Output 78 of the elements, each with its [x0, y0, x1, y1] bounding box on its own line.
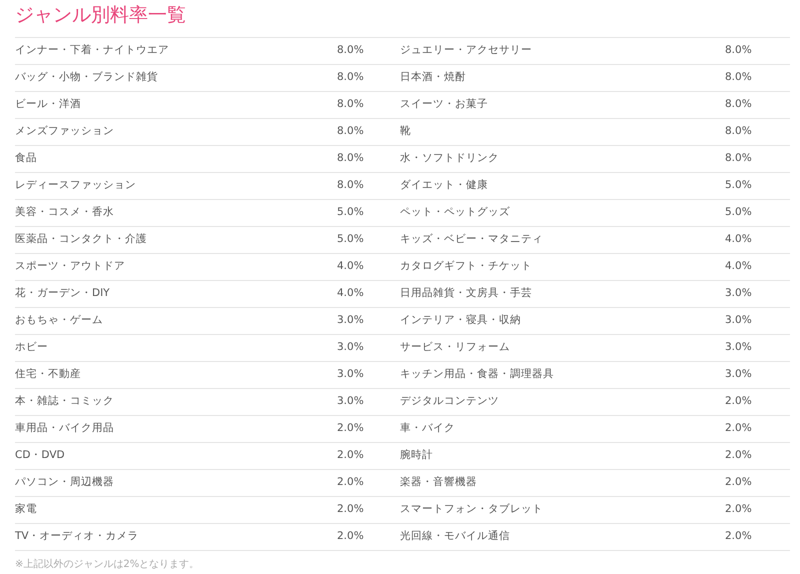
genre-name: インナー・下着・ナイトウエア: [15, 43, 169, 58]
genre-name: カタログギフト・チケット: [400, 259, 532, 274]
genre-name: 食品: [15, 151, 37, 166]
rate-value: 2.0%: [725, 448, 752, 464]
rate-value: 2.0%: [337, 421, 364, 436]
rate-value: 8.0%: [725, 97, 752, 112]
genre-name: CD・DVD: [15, 448, 65, 464]
rate-value: 4.0%: [337, 259, 364, 274]
rate-value: 3.0%: [337, 394, 364, 410]
rate-value: 2.0%: [725, 394, 752, 410]
genre-name: 光回線・モバイル通信: [400, 529, 510, 544]
rate-value: 2.0%: [725, 475, 752, 490]
rate-value: 3.0%: [725, 286, 752, 302]
genre-name: ジュエリー・アクセサリー: [400, 43, 532, 58]
genre-name: 腕時計: [400, 448, 433, 464]
rate-value: 2.0%: [725, 502, 752, 518]
rate-value: 3.0%: [337, 367, 364, 382]
genre-name: 車・バイク: [400, 421, 455, 436]
rate-value: 8.0%: [337, 151, 364, 166]
genre-name: キッズ・ベビー・マタニティ: [400, 232, 543, 248]
genre-name: 楽器・音響機器: [400, 475, 477, 490]
rate-value: 8.0%: [725, 43, 752, 58]
rate-value: 8.0%: [337, 97, 364, 112]
rate-value: 3.0%: [725, 313, 752, 328]
rate-value: 2.0%: [337, 529, 364, 544]
genre-name: 水・ソフトドリンク: [400, 151, 499, 166]
genre-name: 日本酒・焼酎: [400, 70, 466, 86]
genre-name: サービス・リフォーム: [400, 340, 510, 356]
genre-name: スマートフォン・タブレット: [400, 502, 543, 518]
genre-name: レディースファッション: [15, 178, 136, 194]
page-title: ジャンル別料率一覧: [15, 3, 186, 28]
genre-name: 美容・コスメ・香水: [15, 205, 114, 220]
genre-name: 車用品・バイク用品: [15, 421, 114, 436]
genre-name: 医薬品・コンタクト・介護: [15, 232, 147, 248]
genre-name: 家電: [15, 502, 37, 518]
rate-value: 3.0%: [337, 340, 364, 356]
genre-name: 本・雑誌・コミック: [15, 394, 114, 410]
rate-value: 5.0%: [337, 232, 364, 248]
genre-name: 花・ガーデン・DIY: [15, 286, 110, 302]
genre-name: キッチン用品・食器・調理器具: [400, 367, 554, 382]
genre-name: ダイエット・健康: [400, 178, 488, 194]
genre-name: TV・オーディオ・カメラ: [15, 529, 139, 544]
rate-value: 3.0%: [725, 367, 752, 382]
rate-value: 8.0%: [725, 151, 752, 166]
genre-name: おもちゃ・ゲーム: [15, 313, 103, 328]
rate-value: 8.0%: [725, 70, 752, 86]
rate-value: 2.0%: [337, 502, 364, 518]
rate-value: 3.0%: [337, 313, 364, 328]
rate-value: 5.0%: [337, 205, 364, 220]
rate-value: 4.0%: [725, 232, 752, 248]
rate-value: 8.0%: [725, 124, 752, 140]
genre-name: 靴: [400, 124, 411, 140]
genre-name: パソコン・周辺機器: [15, 475, 114, 490]
rate-value: 8.0%: [337, 70, 364, 86]
genre-name: インテリア・寝具・収納: [400, 313, 521, 328]
rate-value: 2.0%: [725, 421, 752, 436]
rate-value: 5.0%: [725, 205, 752, 220]
rate-value: 5.0%: [725, 178, 752, 194]
genre-name: ビール・洋酒: [15, 97, 81, 112]
rate-value: 2.0%: [725, 529, 752, 544]
rate-value: 3.0%: [725, 340, 752, 356]
footnote: ※上記以外のジャンルは2%となります。: [15, 558, 200, 572]
genre-name: 日用品雑貨・文房具・手芸: [400, 286, 532, 302]
genre-name: ホビー: [15, 340, 48, 356]
rate-value: 2.0%: [337, 448, 364, 464]
genre-name: スイーツ・お菓子: [400, 97, 488, 112]
rate-value: 4.0%: [337, 286, 364, 302]
genre-name: メンズファッション: [15, 124, 114, 140]
genre-name: ペット・ペットグッズ: [400, 205, 510, 220]
rate-value: 8.0%: [337, 124, 364, 140]
genre-name: デジタルコンテンツ: [400, 394, 499, 410]
genre-name: スポーツ・アウトドア: [15, 259, 125, 274]
rate-value: 8.0%: [337, 43, 364, 58]
rate-value: 2.0%: [337, 475, 364, 490]
rate-value: 4.0%: [725, 259, 752, 274]
rate-value: 8.0%: [337, 178, 364, 194]
genre-name: 住宅・不動産: [15, 367, 81, 382]
genre-name: バッグ・小物・ブランド雑貨: [15, 70, 158, 86]
